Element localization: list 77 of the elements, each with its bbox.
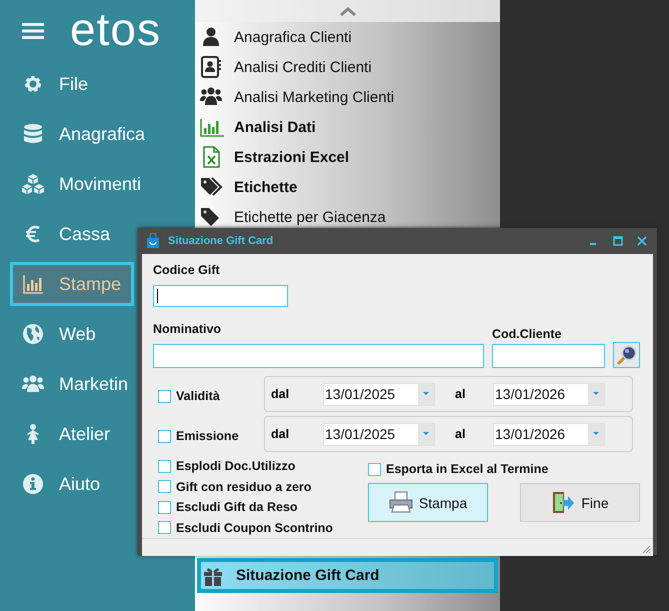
field-label: Nominativo: [153, 322, 222, 338]
date-field[interactable]: 13/01/2026: [493, 422, 605, 446]
field-label: dal: [271, 387, 290, 401]
checkbox-label: Emissione: [176, 429, 239, 443]
date-field[interactable]: 13/01/2026: [493, 382, 605, 406]
close-icon[interactable]: [637, 236, 647, 246]
window-title: Situazione Gift Card: [168, 235, 274, 247]
bar-chart-icon: [200, 116, 224, 138]
dropdown-button[interactable]: [588, 424, 604, 444]
sidebar-item[interactable]: Marketin: [10, 362, 134, 406]
printer-icon: [388, 491, 413, 514]
sidebar-item[interactable]: Aiuto: [10, 462, 134, 506]
checkbox-label: Validità: [176, 389, 220, 403]
field-label: Cod.Cliente: [492, 327, 562, 343]
checkbox[interactable]: [368, 462, 381, 476]
people-icon: [200, 86, 224, 108]
people-icon: [22, 373, 44, 395]
maximize-icon[interactable]: [613, 236, 623, 246]
dialog-button[interactable]: Stampa: [368, 483, 488, 522]
caret-icon: [593, 392, 599, 396]
caret-icon: [423, 392, 429, 396]
bag-icon: [146, 233, 160, 249]
sidebar-item[interactable]: Anagrafica: [10, 112, 148, 156]
checkbox-label: Esporta in Excel al Termine: [386, 462, 548, 476]
menu-item[interactable]: Analisi Dati: [195, 112, 500, 142]
checkbox-label: Gift con residuo a zero: [176, 480, 312, 494]
input-field[interactable]: [153, 285, 288, 307]
checkbox[interactable]: [158, 500, 171, 514]
dialog-button[interactable]: Fine: [520, 483, 640, 522]
sidebar-item[interactable]: Atelier: [10, 412, 134, 456]
resize-grip-icon[interactable]: [641, 544, 651, 554]
input-field[interactable]: [153, 344, 484, 368]
checkbox-label: Esplodi Doc.Utilizzo: [176, 459, 296, 474]
sidebar-item[interactable]: Web: [10, 312, 134, 356]
exit-door-icon: [551, 491, 576, 514]
menu-item[interactable]: Situazione Gift Card: [197, 558, 498, 593]
sidebar-item[interactable]: Movimenti: [10, 162, 144, 206]
menu-item[interactable]: Anagrafica Clienti: [195, 22, 500, 52]
date-field[interactable]: 13/01/2025: [323, 382, 435, 406]
search-button[interactable]: [613, 342, 640, 368]
caret-icon: [593, 432, 599, 436]
field-label: Codice Gift: [153, 263, 221, 279]
info-icon: [22, 473, 44, 495]
logo: etos: [70, 4, 161, 54]
checkbox[interactable]: [158, 460, 171, 473]
tags-icon: [200, 176, 224, 198]
field-label: al: [455, 387, 466, 401]
sidebar-item[interactable]: File: [10, 62, 134, 106]
bar-chart-icon: [22, 273, 44, 295]
date-field[interactable]: 13/01/2025: [323, 422, 435, 446]
contact-book-icon: [200, 56, 224, 78]
field-label: al: [455, 427, 466, 441]
menu-item[interactable]: Etichette per Giacenza: [195, 202, 500, 232]
dropdown-button[interactable]: [418, 424, 434, 444]
menu-item[interactable]: Analisi Marketing Clienti: [195, 82, 500, 112]
dropdown-button[interactable]: [588, 384, 604, 404]
checkbox[interactable]: [158, 430, 171, 442]
dropdown-button[interactable]: [418, 384, 434, 404]
menu-icon[interactable]: [22, 22, 44, 40]
menu-item[interactable]: Etichette: [195, 172, 500, 202]
sidebar-item[interactable]: Cassa: [10, 212, 134, 256]
checkbox[interactable]: [158, 521, 171, 534]
field-label: dal: [271, 427, 290, 441]
checkbox[interactable]: [158, 390, 171, 402]
chevron-up-icon[interactable]: [340, 6, 356, 16]
menu-item[interactable]: Estrazioni Excel: [195, 142, 500, 172]
caret-icon: [423, 432, 429, 436]
checkbox-label: Escludi Coupon Scontrino: [176, 520, 333, 535]
menu-item[interactable]: Analisi Crediti Clienti: [195, 52, 500, 82]
input-field[interactable]: [492, 344, 605, 368]
database-icon: [22, 123, 44, 145]
checkbox-label: Escludi Gift da Reso: [176, 500, 298, 514]
cubes-icon: [22, 173, 44, 195]
text-cursor: [157, 289, 158, 303]
gear-icon: [22, 73, 44, 95]
checkbox[interactable]: [158, 480, 171, 494]
globe-icon: [22, 323, 44, 345]
